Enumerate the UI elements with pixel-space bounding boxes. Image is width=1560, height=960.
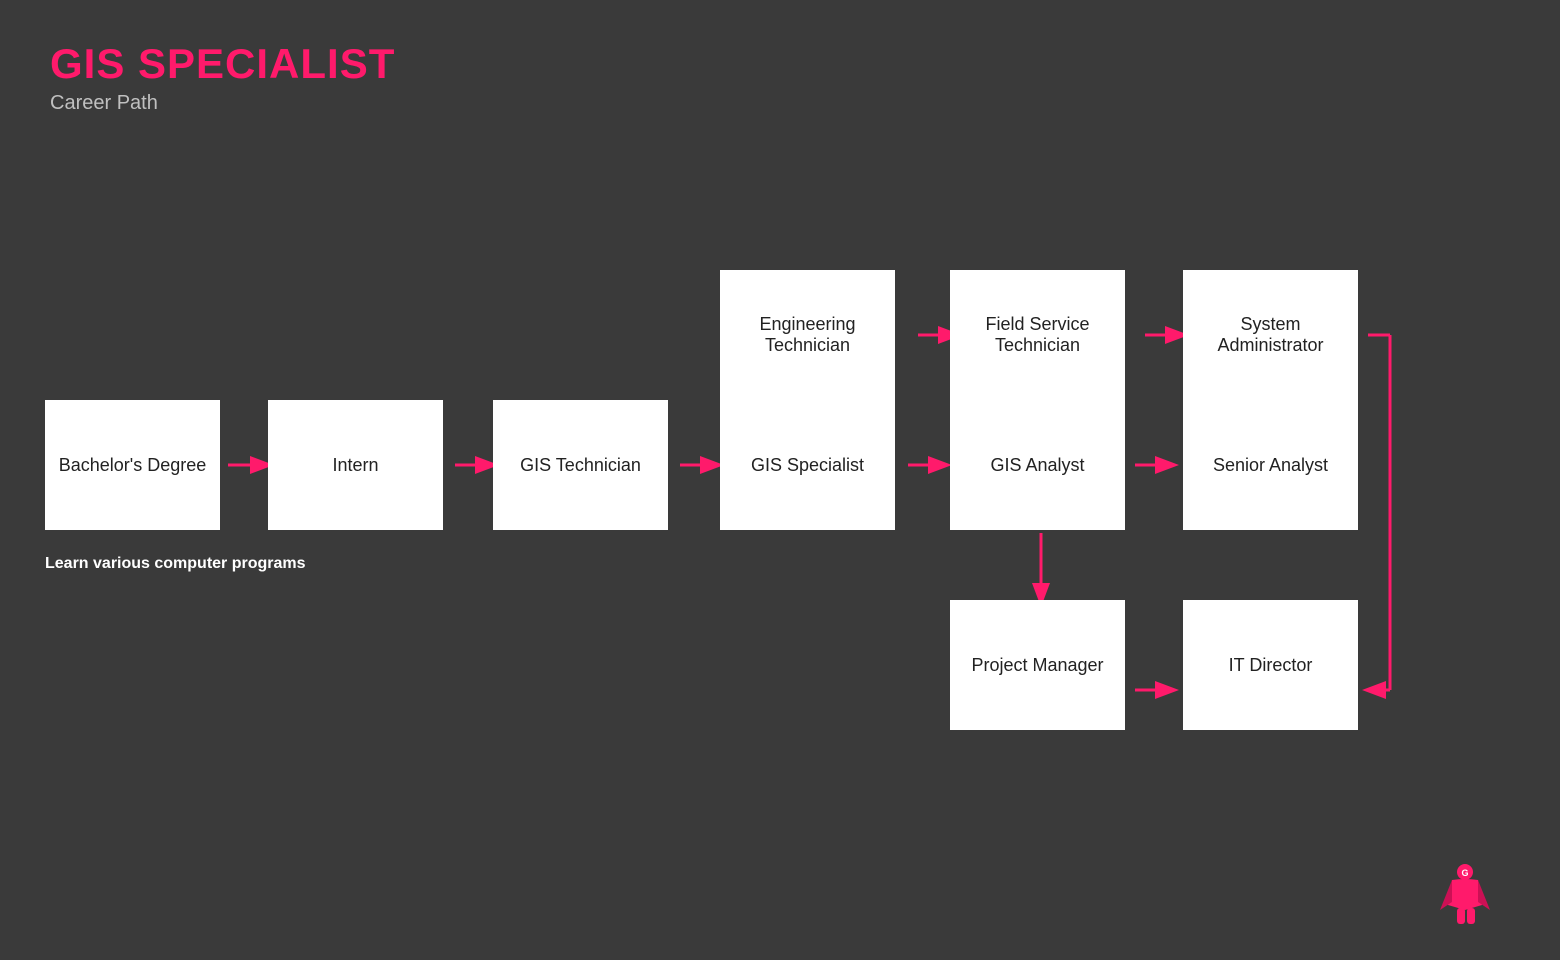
page-title: GIS SPECIALIST — [50, 40, 395, 88]
career-diagram: Engineering Technician Field Service Tec… — [0, 140, 1560, 920]
learn-note: Learn various computer programs — [45, 555, 306, 573]
node-it-director: IT Director — [1183, 600, 1358, 730]
header: GIS SPECIALIST Career Path — [50, 40, 395, 115]
hero-icon: G — [1430, 860, 1500, 930]
node-proj-mgr: Project Manager — [950, 600, 1125, 730]
page-subtitle: Career Path — [50, 92, 395, 115]
svg-text:G: G — [1461, 868, 1468, 878]
node-sys-admin: System Administrator — [1183, 270, 1358, 400]
node-eng-tech: Engineering Technician — [720, 270, 895, 400]
node-gis-analyst: GIS Analyst — [950, 400, 1125, 530]
node-gis-tech: GIS Technician — [493, 400, 668, 530]
arrows-svg — [0, 140, 1560, 920]
node-bachelors: Bachelor's Degree — [45, 400, 220, 530]
node-intern: Intern — [268, 400, 443, 530]
node-gis-spec: GIS Specialist — [720, 400, 895, 530]
node-senior-analyst: Senior Analyst — [1183, 400, 1358, 530]
node-field-tech: Field Service Technician — [950, 270, 1125, 400]
